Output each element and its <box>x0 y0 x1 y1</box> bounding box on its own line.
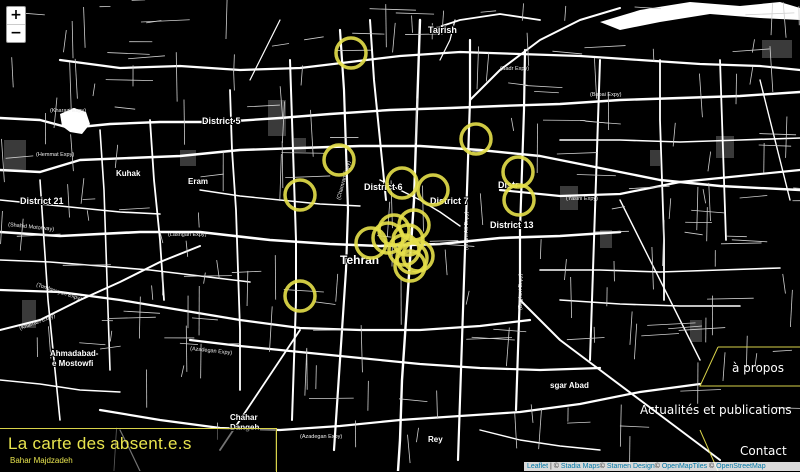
label-chahar: Chahar <box>230 413 258 422</box>
menu-apropos[interactable]: à propos <box>732 361 784 375</box>
label-mostowfi: e Mostowfi <box>52 359 93 368</box>
road-label-sadr: (Sadr Expy) <box>500 66 529 72</box>
menu-actualites[interactable]: Actualités et publications <box>640 403 792 417</box>
label-district13: District 13 <box>490 220 534 230</box>
road-label-babai: (Babai Expy) <box>590 92 622 98</box>
attrib-sep: © <box>707 463 716 470</box>
road-label-kharazi: (Kharazi Expy) <box>50 108 86 114</box>
road-label-hemmat: (Hemmat Expy) <box>36 152 74 158</box>
attrib-sep: © <box>655 463 662 470</box>
site-title[interactable]: La carte des absent.e.s <box>8 434 192 454</box>
label-eram: Eram <box>188 177 208 186</box>
map-canvas[interactable]: Tajrish District 5 Kuhak Eram District 2… <box>0 0 800 471</box>
road-label-yasini: (Yasini Expy) <box>566 196 598 202</box>
menu-contact[interactable]: Contact <box>740 444 787 458</box>
label-sgar-abad: sgar Abad <box>550 381 589 390</box>
label-rey: Rey <box>428 435 443 444</box>
label-kuhak: Kuhak <box>116 169 141 178</box>
label-district5: District 5 <box>202 116 241 126</box>
leaflet-link[interactable]: Leaflet <box>527 463 548 470</box>
road-label-azadegan2: (Azadegan Expy) <box>300 434 342 440</box>
road-label-lashgari: (Lashgari Expy) <box>168 232 207 238</box>
stamen-link[interactable]: Stamen Design <box>607 463 655 470</box>
attrib-sep: | © <box>548 463 561 470</box>
author-name: Bahar Majdzadeh <box>10 456 73 465</box>
road-label-imam: (Imam Ali Expy) <box>464 211 470 250</box>
label-ahmadabad: Ahmadabad- <box>50 349 99 358</box>
map-attribution: Leaflet | © Stadia Maps© Stamen Design© … <box>524 462 800 471</box>
openmaptiles-link[interactable]: OpenMapTiles <box>662 463 707 470</box>
attrib-sep: © <box>600 463 607 470</box>
stadia-link[interactable]: Stadia Maps <box>561 463 600 470</box>
zoom-control: + − <box>6 6 26 43</box>
osm-link[interactable]: OpenStreetMap <box>716 463 765 470</box>
zoom-in-button[interactable]: + <box>7 7 25 24</box>
road-label-bagheri: (Bagheri Expy) <box>518 273 524 310</box>
zoom-out-button[interactable]: − <box>7 24 25 42</box>
label-tajrish: Tajrish <box>428 25 457 35</box>
label-district21: District 21 <box>20 196 64 206</box>
label-district6: District 6 <box>364 182 403 192</box>
